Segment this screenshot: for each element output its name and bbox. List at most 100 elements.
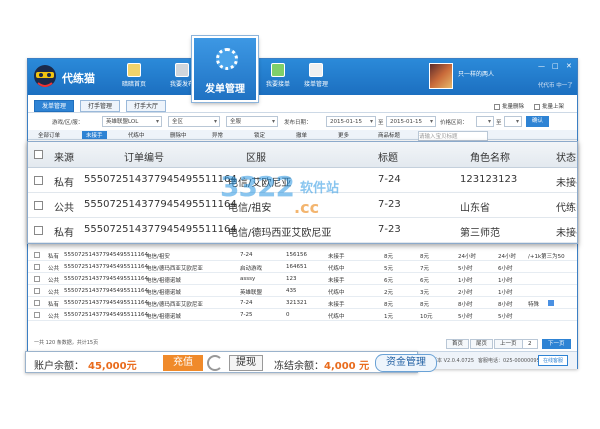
cell-deposit: 10元 [420,314,433,320]
price-sep: 至 [496,120,502,126]
cell-status: 未接手 [328,254,345,260]
money-icon [271,63,285,77]
watermark-site: 软件站 [300,181,340,196]
cell-role: 123 [286,276,297,282]
row-checkbox[interactable] [34,288,40,294]
nav-home-button[interactable]: 暗暗首页 [114,61,154,93]
avatar[interactable] [429,63,453,89]
cell-source: 公共 [48,314,60,320]
maximize-icon[interactable]: □ [552,62,559,70]
table-row[interactable]: 公共 555072514377945495511164 电信/祖德诺城 英雄联盟 435… [28,285,577,297]
cell-source: 私有 [48,302,60,308]
subtab-abnormal[interactable]: 异常 [212,131,223,139]
subtab-unaccepted[interactable]: 未接手 [82,131,107,139]
cell-status: 代练中 [328,266,345,272]
tab-order-manage[interactable]: 发单管理 [34,100,75,112]
table-row[interactable]: 私有 555072514377945495511164 电信/德玛西亚艾欧尼亚 7-2… [28,297,577,309]
cell-status: 代练中 [328,314,345,320]
subtab-in-progress[interactable]: 代练中 [128,131,145,139]
nav-take-order-button[interactable]: 我要接单 [258,61,298,93]
area-select[interactable]: 全区 [168,116,220,127]
cell-server: 电信/德玛西亚艾欧尼亚 [228,228,332,239]
subtab-more[interactable]: 更多 [338,131,349,139]
row-checkbox[interactable] [34,252,40,258]
cell-extra: 特殊 [528,302,540,308]
cell-order: 555072514377945495511164 [84,224,237,235]
row-checkbox[interactable] [34,276,40,282]
cell-order: 555072514377945495511164 [64,300,148,306]
batch-up-checkbox[interactable]: 批量上架 [534,102,564,110]
cell-price: 2元 [384,290,393,296]
cell-title: 英雄联盟 [240,290,263,296]
cell-order: 555072514377945495511164 [64,264,148,270]
row-checkbox[interactable] [34,312,40,318]
cell-role: 435 [286,288,297,294]
title-search-input[interactable]: 请输入宝贝标题 [418,131,488,141]
col-status: 状态 [556,153,576,164]
col-title: 标题 [378,153,398,164]
confirm-button[interactable]: 确认 [526,116,550,127]
table-row[interactable]: 私有 555072514377945495511164 电信/祖安 7-24 15615… [28,249,577,261]
batch-delete-checkbox[interactable]: 批量删除 [494,102,524,110]
minimize-icon[interactable]: — [538,62,545,70]
app-name: 代练猫 [62,72,95,85]
fund-manage-button[interactable]: 资金管理 [375,354,437,372]
nav-take-manage-button[interactable]: 接单管理 [296,61,336,93]
online-service-button[interactable]: 在线客服 [538,355,569,366]
game-select[interactable]: 英雄联盟LOL [102,116,162,127]
subtab-locked[interactable]: 锁定 [254,131,265,139]
subtab-all[interactable]: 全部订单 [38,131,60,139]
prev-page-button[interactable]: 上一页 [494,339,523,349]
nav-label: 暗暗首页 [121,81,146,88]
recharge-button[interactable]: 充值 [163,355,203,371]
row-checkbox[interactable] [34,176,43,185]
cell-price: 8元 [384,254,393,260]
next-page-button[interactable]: 下一页 [542,339,571,349]
subtab-withdrawn[interactable]: 撤单 [296,131,307,139]
row-checkbox[interactable] [34,264,40,270]
price-max-input[interactable] [504,116,522,127]
order-manage-big-button[interactable]: 发单管理 [192,36,258,102]
price-min-input[interactable] [476,116,494,127]
select-all-checkbox[interactable] [34,150,43,159]
cell-order: 555072514377945495511164 [64,312,148,318]
cell-deposit: 6元 [420,278,429,284]
row-checkbox[interactable] [34,201,43,210]
user-name[interactable]: 只一样的两人 [458,69,494,78]
date-to-input[interactable]: 2015-01-15 [386,116,436,127]
first-page-button[interactable]: 首页 [446,339,470,349]
service-phone: 客服电话：025-00000095 [478,358,540,364]
cell-server: 电信/祖德诺城 [146,278,181,284]
date-sep: 至 [378,120,384,126]
cell-title: asssy [240,276,256,282]
row-checkbox[interactable] [34,300,40,306]
table-row[interactable]: 私有 555072514377945495511164 电信/德玛西亚艾欧尼亚 7-2… [28,218,577,243]
withdraw-button[interactable]: 提现 [229,355,263,371]
tab-player-manage[interactable]: 打手管理 [80,100,121,112]
close-icon[interactable]: ✕ [566,62,572,70]
page-number-input[interactable]: 2 [522,339,538,349]
version-text: 版本 V2.0.4.0725 [432,358,475,364]
account-balance-label: 账户余额： [34,361,84,372]
nav-label: 接单管理 [303,81,328,88]
cell-time2: 5小时 [498,314,513,320]
cell-status: 代练中 [328,290,345,296]
subtab-deleting[interactable]: 删除中 [170,131,187,139]
cell-order: 555072514377945495511164 [64,252,148,258]
cell-time1: 8小时 [458,302,473,308]
server-select[interactable]: 全服 [226,116,278,127]
filter-row: 游戏/区/服： 英雄联盟LOL 全区 全服 发布日期： 2015-01-15 至… [28,115,577,129]
cell-extra: /+1k第三为50 [528,254,565,260]
table-row[interactable]: 公共 555072514377945495511164 电信/德玛西亚艾欧尼亚 启动游… [28,261,577,273]
last-page-button[interactable]: 尾页 [470,339,494,349]
refresh-icon[interactable] [207,355,223,371]
frozen-balance-label: 冻结余额： [274,361,324,372]
row-checkbox[interactable] [34,226,43,235]
cell-source: 私有 [48,254,60,260]
date-from-input[interactable]: 2015-01-15 [326,116,376,127]
cell-order: 555072514377945495511164 [84,174,237,185]
table-row[interactable]: 公共 555072514377945495511164 电信/祖德诺城 asssy 12… [28,273,577,285]
tab-player-hall[interactable]: 打手大厅 [126,100,167,112]
cell-role: 123123123 [460,174,518,185]
table-row[interactable]: 公共 555072514377945495511164 电信/祖德诺城 7-25 0 代练… [28,309,577,321]
